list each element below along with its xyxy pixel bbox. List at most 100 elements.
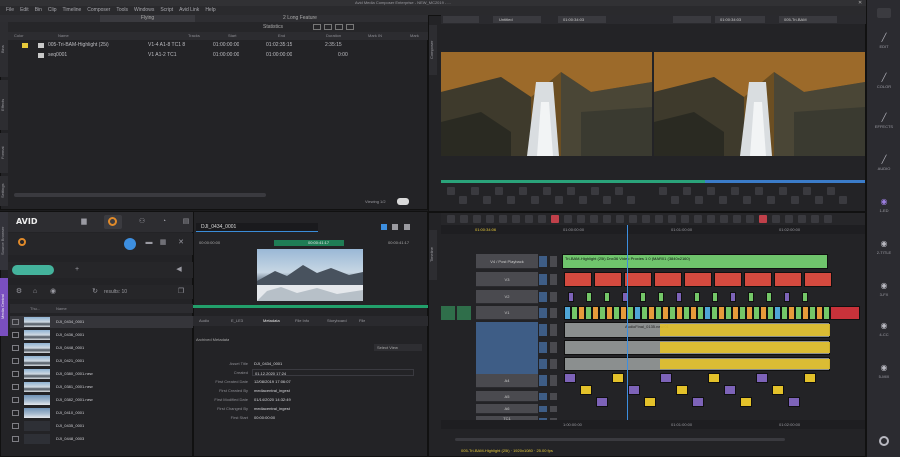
timeline-clip-v1[interactable] bbox=[732, 306, 739, 320]
transport-button[interactable] bbox=[719, 196, 727, 204]
transport-button[interactable] bbox=[803, 187, 811, 195]
timeline-clip-lower[interactable] bbox=[580, 385, 592, 395]
menu-item-windows[interactable]: Windows bbox=[134, 6, 154, 15]
frame-view-icon[interactable] bbox=[313, 24, 321, 30]
track-lock-button[interactable] bbox=[550, 406, 557, 412]
side-tab-effects[interactable]: Effects bbox=[0, 80, 8, 130]
track-header[interactable]: A6 bbox=[476, 404, 538, 414]
timeline-clip-v1[interactable] bbox=[697, 306, 704, 320]
timeline-clip-v2[interactable] bbox=[658, 292, 664, 302]
track-lock-button[interactable] bbox=[550, 393, 557, 400]
timeline-clip-v1[interactable] bbox=[676, 306, 683, 320]
transport-button[interactable] bbox=[707, 187, 715, 195]
column-name[interactable]: Name bbox=[58, 32, 69, 40]
workspace-2-title[interactable]: ◉ 2-TITLE bbox=[867, 240, 900, 256]
timeline-clip-v4[interactable]: Tri-BAM-Highlight (25i) Dnx36 Video Prox… bbox=[562, 254, 828, 269]
activity-icon[interactable]: ◔ bbox=[158, 217, 170, 227]
toolbar-menu-icon[interactable] bbox=[877, 8, 891, 18]
workspace-effects[interactable]: ╱ EFFECTS bbox=[867, 114, 900, 130]
track-select-button[interactable] bbox=[539, 292, 547, 302]
menu-item-edit[interactable]: Edit bbox=[20, 6, 29, 15]
source-info-box[interactable] bbox=[443, 16, 479, 23]
track-header[interactable]: A5 bbox=[476, 391, 538, 402]
column-mark-in[interactable]: Mark IN bbox=[368, 32, 382, 40]
close-search-icon[interactable]: ✕ bbox=[176, 238, 186, 248]
list-item[interactable]: DJI_0382_0001.new bbox=[10, 394, 193, 406]
transport-button[interactable] bbox=[543, 187, 551, 195]
side-tab-format[interactable]: Format bbox=[0, 133, 8, 173]
workspace-3-fx[interactable]: ◉ 3-FX bbox=[867, 282, 900, 298]
timeline-clip-lower[interactable] bbox=[708, 373, 720, 383]
list-item[interactable]: DJI_0448_0001 bbox=[10, 342, 193, 354]
timeline-clip-lower[interactable] bbox=[596, 397, 608, 407]
workspace-4-cc[interactable]: ◉ 4-CC bbox=[867, 322, 900, 338]
list-item[interactable]: DJI_0434_0001 bbox=[10, 316, 193, 328]
list-item[interactable]: DJI_0448_0003 bbox=[10, 433, 193, 445]
timeline-clip-v1[interactable] bbox=[788, 306, 795, 320]
timeline-tool-button[interactable] bbox=[486, 215, 494, 223]
track-header[interactable]: V1 bbox=[476, 306, 538, 320]
track-select-button[interactable] bbox=[539, 359, 547, 369]
add-filter-icon[interactable]: + bbox=[72, 265, 82, 275]
menu-item-help[interactable]: Help bbox=[205, 6, 215, 15]
share-icon[interactable] bbox=[392, 224, 398, 230]
timeline-clip-v1[interactable] bbox=[739, 306, 746, 320]
timeline-clip-v2[interactable] bbox=[676, 292, 682, 302]
timeline-scrollbar[interactable] bbox=[455, 438, 785, 441]
tab-file-info[interactable]: File Info bbox=[295, 316, 309, 326]
transport-button[interactable] bbox=[471, 187, 479, 195]
checkbox-icon[interactable] bbox=[12, 410, 19, 416]
timeline-clip-v1[interactable] bbox=[571, 306, 578, 320]
timeline-clip-v1[interactable] bbox=[662, 306, 669, 320]
column-name[interactable]: Name bbox=[56, 304, 67, 313]
checkbox-icon[interactable] bbox=[12, 423, 19, 429]
timeline-clip-v1[interactable] bbox=[704, 306, 711, 320]
clear-filter-icon[interactable]: ◀ bbox=[174, 265, 184, 275]
timeline-tool-button[interactable] bbox=[759, 215, 767, 223]
workspace-edit[interactable]: ╱ EDIT bbox=[867, 34, 900, 50]
timeline-clip-v3[interactable] bbox=[624, 272, 652, 287]
timeline-tool-button[interactable] bbox=[746, 215, 754, 223]
workspace-audio[interactable]: ╱ AUDIO bbox=[867, 156, 900, 172]
metadata-value-field[interactable]: 12/08/2019 17:06:07 bbox=[252, 378, 332, 385]
list-item[interactable]: DJI_0410_0001 bbox=[10, 407, 193, 419]
timeline-tool-button[interactable] bbox=[577, 215, 585, 223]
timeline-tool-button[interactable] bbox=[798, 215, 806, 223]
track-select-button[interactable] bbox=[539, 308, 547, 318]
transport-button[interactable] bbox=[695, 196, 703, 204]
timeline-clip-v3[interactable] bbox=[684, 272, 712, 287]
timeline-tool-button[interactable] bbox=[785, 215, 793, 223]
checkbox-icon[interactable] bbox=[12, 345, 19, 351]
checkbox-icon[interactable] bbox=[12, 332, 19, 338]
transport-button[interactable] bbox=[815, 196, 823, 204]
timeline-tool-button[interactable] bbox=[694, 215, 702, 223]
timeline-clip-v1[interactable] bbox=[648, 306, 655, 320]
transport-button[interactable] bbox=[447, 187, 455, 195]
timeline-clip-v3[interactable] bbox=[564, 272, 592, 287]
timeline-clip-v1[interactable] bbox=[620, 306, 627, 320]
timeline-tool-button[interactable] bbox=[473, 215, 481, 223]
track-header[interactable]: V4 / Post Playback bbox=[476, 254, 538, 269]
track-lock-button[interactable] bbox=[550, 324, 557, 336]
timeline-tool-button[interactable] bbox=[616, 215, 624, 223]
timeline-clip-v3[interactable] bbox=[654, 272, 682, 287]
transport-button[interactable] bbox=[743, 196, 751, 204]
transport-button[interactable] bbox=[603, 196, 611, 204]
panel-icon[interactable]: ▤ bbox=[180, 217, 192, 227]
timeline-clip-v1[interactable] bbox=[669, 306, 676, 320]
menu-item-script[interactable]: Script bbox=[160, 6, 173, 15]
checkbox-icon[interactable] bbox=[12, 319, 19, 325]
side-tab-media-central[interactable]: Media Central bbox=[0, 278, 8, 336]
more-icon[interactable] bbox=[404, 224, 410, 230]
timeline-clip-v3[interactable] bbox=[594, 272, 622, 287]
timeline-tool-button[interactable] bbox=[538, 215, 546, 223]
transport-button[interactable] bbox=[507, 196, 515, 204]
timeline-clip-v2[interactable] bbox=[586, 292, 592, 302]
timeline-clip-v1[interactable] bbox=[816, 306, 823, 320]
metadata-value-field[interactable]: 00:00:00:00 bbox=[252, 414, 332, 421]
checkbox-icon[interactable] bbox=[12, 397, 19, 403]
timeline-clip-lower[interactable] bbox=[692, 397, 704, 407]
workspace-1-ed[interactable]: ◉ 1-ED bbox=[867, 198, 900, 214]
timeline-ruler[interactable]: 01:00:34:06 01:00:00:00 01:01:00:00 01:0… bbox=[441, 225, 865, 234]
timeline-clip-v1[interactable] bbox=[613, 306, 620, 320]
